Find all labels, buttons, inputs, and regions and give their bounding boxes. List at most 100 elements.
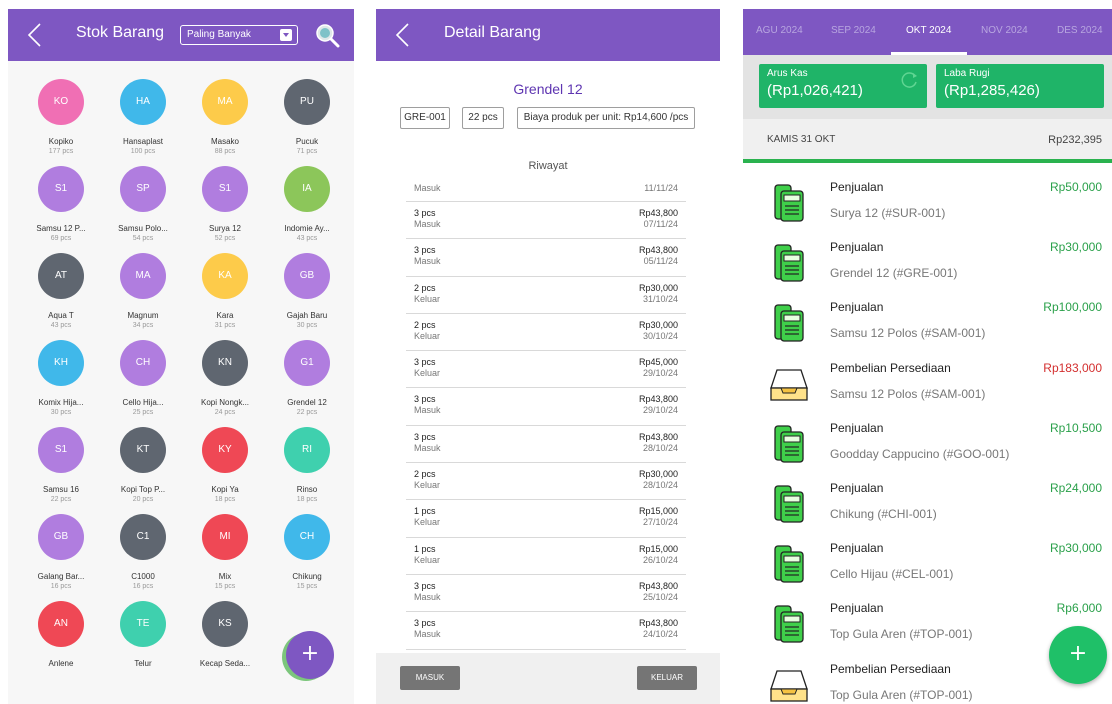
add-transaction-fab[interactable]: + [1049, 626, 1107, 684]
stock-item-tile[interactable]: KN Kopi Nongk... 24 pcs [182, 340, 266, 436]
transaction-item: Chikung (#CHI-001) [830, 506, 937, 521]
stock-item-tile[interactable]: IA Indomie Ay... 43 pcs [264, 166, 348, 262]
transaction-amount: Rp24,000 [1049, 480, 1102, 495]
transaction-item: Top Gula Aren (#TOP-001) [830, 687, 973, 702]
item-qty: 52 pcs [214, 235, 236, 242]
stock-item-tile[interactable]: MI Mix 15 pcs [182, 514, 266, 610]
stock-item-tile[interactable]: GB Galang Bar... 16 pcs [18, 514, 102, 610]
transaction-row[interactable]: Pembelian Persediaan Samsu 12 Polos (#SAM… [743, 350, 1112, 410]
keluar-button[interactable]: KELUAR [637, 666, 697, 690]
back-chevron-icon[interactable] [392, 22, 414, 48]
history-row[interactable]: 3 pcs Rp43,800 Masuk 28/10/24 [406, 426, 686, 464]
history-row[interactable]: 3 pcs Rp43,800 Masuk 29/10/24 [406, 388, 686, 426]
stock-item-tile[interactable]: G1 Grendel 12 22 pcs [264, 340, 348, 436]
history-row[interactable]: 2 pcs Rp30,000 Keluar 28/10/24 [406, 463, 686, 501]
item-name: Kopiko [48, 137, 74, 146]
item-name: Samsu 12 P... [36, 224, 86, 233]
stock-item-tile[interactable]: PU Pucuk 71 pcs [264, 79, 348, 175]
refresh-icon[interactable] [900, 70, 920, 90]
item-name: Masako [210, 137, 239, 146]
laba-rugi-card[interactable]: Laba Rugi (Rp1,285,426) [936, 64, 1104, 108]
tab-agu-2024[interactable]: AGU 2024 [756, 25, 803, 36]
stock-item-tile[interactable]: RI Rinso 18 pcs [264, 427, 348, 523]
history-row[interactable]: 3 pcs Rp43,800 Masuk 05/11/24 [406, 239, 686, 277]
tab-okt-2024[interactable]: OKT 2024 [906, 25, 951, 36]
item-name: Kopi Top P... [120, 485, 166, 494]
stock-item-tile[interactable]: C1 C1000 16 pcs [100, 514, 184, 610]
history-row[interactable]: 2 pcs Rp30,000 Keluar 30/10/24 [406, 314, 686, 352]
stock-item-tile[interactable]: KH Komix Hija... 30 pcs [18, 340, 102, 436]
day-header: KAMIS 31 OKT Rp232,395 [743, 119, 1112, 163]
history-row[interactable]: 3 pcs Rp43,800 Masuk 25/10/24 [406, 575, 686, 613]
transaction-item: Top Gula Aren (#TOP-001) [830, 627, 973, 642]
history-amount: Rp43,800 [638, 618, 678, 629]
history-row[interactable]: 3 pcs Rp43,800 Masuk 07/11/24 [406, 202, 686, 240]
stock-item-tile[interactable]: MA Masako 88 pcs [182, 79, 266, 175]
item-qty: 71 pcs [296, 148, 318, 155]
history-amount: Rp45,000 [638, 357, 678, 368]
item-name: Samsu 16 [42, 485, 80, 494]
history-date: 27/10/24 [642, 517, 678, 528]
stock-item-tile[interactable]: MA Magnum 34 pcs [100, 253, 184, 349]
arus-kas-label: Arus Kas [767, 68, 808, 79]
history-type: Keluar [414, 480, 441, 491]
stock-item-tile[interactable]: KA Kara 31 pcs [182, 253, 266, 349]
stock-item-tile[interactable]: CH Chikung 15 pcs [264, 514, 348, 610]
history-type: Keluar [414, 330, 441, 341]
transaction-row[interactable]: Penjualan Chikung (#CHI-001) Rp24,000 [743, 470, 1112, 530]
stock-item-tile[interactable]: SP Samsu Polo... 54 pcs [100, 166, 184, 262]
history-amount: Rp30,000 [638, 282, 678, 293]
stock-item-tile[interactable]: KY Kopi Ya 18 pcs [182, 427, 266, 523]
stock-item-tile[interactable]: KO Kopiko 177 pcs [18, 79, 102, 175]
history-date: 24/10/24 [642, 629, 678, 640]
stock-item-tile[interactable]: S1 Samsu 12 P... 69 pcs [18, 166, 102, 262]
stock-item-tile[interactable]: AN Anlene [18, 601, 102, 697]
history-date: 05/11/24 [643, 256, 678, 267]
stok-header: Stok Barang Paling Banyak [8, 9, 354, 61]
stock-item-tile[interactable]: CH Cello Hija... 25 pcs [100, 340, 184, 436]
stock-item-tile[interactable]: HA Hansaplast 100 pcs [100, 79, 184, 175]
arus-kas-card[interactable]: Arus Kas (Rp1,026,421) [759, 64, 927, 108]
transaction-row[interactable]: Penjualan Samsu 12 Polos (#SAM-001) Rp100,… [743, 289, 1112, 349]
stock-item-tile[interactable]: TE Telur [100, 601, 184, 697]
stock-item-tile[interactable]: KT Kopi Top P... 20 pcs [100, 427, 184, 523]
tab-des-2024[interactable]: DES 2024 [1057, 25, 1103, 36]
history-date: 29/10/24 [642, 368, 678, 379]
history-date: 28/10/24 [642, 480, 678, 491]
item-name: Telur [134, 659, 152, 668]
tab-nov-2024[interactable]: NOV 2024 [981, 25, 1028, 36]
add-item-fab[interactable]: + [286, 631, 334, 679]
history-row[interactable]: 2 pcs Rp30,000 Keluar 31/10/24 [406, 277, 686, 314]
history-qty: 2 pcs [414, 469, 436, 480]
stock-item-tile[interactable]: GB Gajah Baru 30 pcs [264, 253, 348, 349]
stock-item-tile[interactable]: S1 Surya 12 52 pcs [182, 166, 266, 262]
dropdown-arrow-icon [280, 29, 292, 41]
stock-item-tile[interactable]: KS Kecap Seda... [182, 601, 266, 697]
transaction-row[interactable]: Penjualan Goodday Cappucino (#GOO-001) Rp1… [743, 410, 1112, 470]
search-icon[interactable] [314, 22, 340, 48]
history-amount: Rp43,800 [638, 208, 678, 218]
history-row[interactable]: 1 pcs Rp15,000 Keluar 27/10/24 [406, 500, 686, 538]
inbox-tray-icon [769, 364, 809, 404]
stock-item-tile[interactable]: AT Aqua T 43 pcs [18, 253, 102, 349]
back-chevron-icon[interactable] [24, 22, 46, 48]
history-row[interactable]: 3 pcs Rp45,000 Keluar 29/10/24 [406, 351, 686, 389]
item-avatar: KT [120, 427, 166, 473]
transaction-row[interactable]: Penjualan Cello Hijau (#CEL-001) Rp30,000 [743, 530, 1112, 590]
history-qty: 1 pcs [414, 543, 436, 554]
transaction-amount: Rp30,000 [1049, 240, 1102, 255]
transaction-row[interactable]: Penjualan Surya 12 (#SUR-001) Rp50,000 [743, 169, 1112, 229]
history-amount: Rp43,800 [638, 431, 678, 442]
tab-sep-2024[interactable]: SEP 2024 [831, 25, 876, 36]
history-row[interactable]: 1 pcs Rp15,000 Keluar 26/10/24 [406, 538, 686, 575]
item-qty: 16 pcs [50, 583, 72, 590]
history-type: Masuk [414, 629, 441, 640]
transaction-row[interactable]: Penjualan Grendel 12 (#GRE-001) Rp30,000 [743, 229, 1112, 289]
sort-dropdown[interactable]: Paling Banyak [180, 25, 298, 45]
item-avatar: MI [202, 514, 248, 560]
history-type: Masuk [414, 183, 441, 193]
item-qty: 25 pcs [132, 409, 154, 416]
stock-item-tile[interactable]: S1 Samsu 16 22 pcs [18, 427, 102, 523]
history-row[interactable]: 3 pcs Rp43,800 Masuk 24/10/24 [406, 612, 686, 650]
masuk-button[interactable]: MASUK [400, 666, 460, 690]
